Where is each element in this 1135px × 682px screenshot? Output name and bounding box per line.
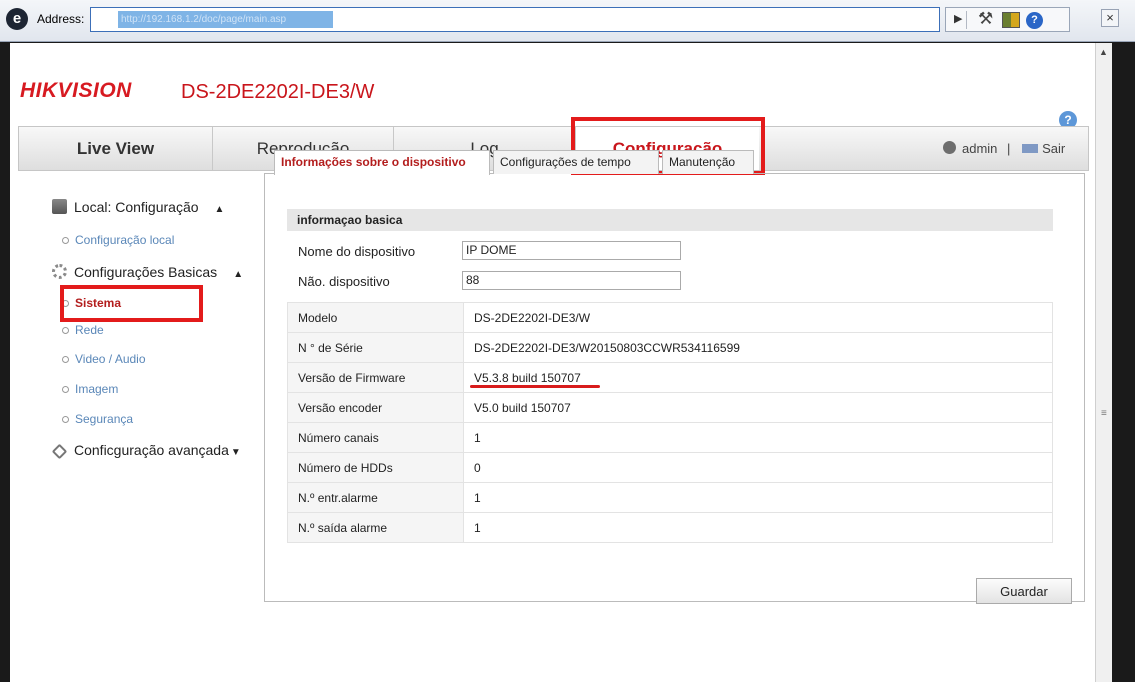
table-row: Versão de Firmware V5.3.8 build 150707: [287, 362, 1053, 393]
browser-address-bar: e Address: http://192.168.1.2/doc/page/m…: [0, 0, 1135, 42]
info-value: 1: [463, 482, 1053, 513]
table-row: Número de HDDs 0: [287, 452, 1053, 483]
sidebar-local-label: Local: Configuração: [74, 199, 199, 215]
go-arrow-icon[interactable]: ▶: [954, 12, 962, 25]
user-area: admin | Sair: [943, 141, 1065, 156]
table-row: N.º saída alarme 1: [287, 512, 1053, 543]
info-label: Número canais: [287, 422, 464, 453]
sidebar-basic-header[interactable]: Configurações Basicas ▲: [52, 264, 243, 280]
chevron-up-icon[interactable]: ▲: [215, 204, 225, 215]
tab-live-view[interactable]: Live View: [19, 127, 212, 170]
device-info-table: Modelo DS-2DE2202I-DE3/W N ° de Série DS-2D…: [287, 302, 1053, 543]
wrench-icon: [51, 443, 68, 460]
info-value: 0: [463, 452, 1053, 483]
scrollbar[interactable]: ▲ ≡: [1095, 43, 1112, 682]
info-label: Versão encoder: [287, 392, 464, 423]
address-url-text[interactable]: http://192.168.1.2/doc/page/main.asp: [118, 11, 333, 28]
close-icon[interactable]: ×: [1101, 9, 1119, 27]
save-button[interactable]: Guardar: [976, 578, 1072, 604]
table-row: Versão encoder V5.0 build 150707: [287, 392, 1053, 423]
logout-icon[interactable]: [1022, 144, 1039, 153]
info-value: DS-2DE2202I-DE3/W: [463, 302, 1053, 333]
info-value: DS-2DE2202I-DE3/W20150803CCWR534116599: [463, 332, 1053, 363]
sidebar-item-seguranca[interactable]: Segurança: [62, 412, 133, 426]
info-label: Número de HDDs: [287, 452, 464, 483]
info-label: N.º entr.alarme: [287, 482, 464, 513]
tab-manutencao[interactable]: Manutenção: [662, 150, 754, 174]
username: admin: [962, 141, 998, 156]
sidebar-advanced-header[interactable]: Conficguração avançada ▼: [51, 442, 241, 460]
device-number-input[interactable]: 88: [462, 271, 681, 290]
table-row: Modelo DS-2DE2202I-DE3/W: [287, 302, 1053, 333]
tab-informacoes-dispositivo[interactable]: Informações sobre o dispositivo: [274, 150, 490, 175]
table-row: Número canais 1: [287, 422, 1053, 453]
table-row: N ° de Série DS-2DE2202I-DE3/W20150803CCW…: [287, 332, 1053, 363]
sidebar-local-header[interactable]: Local: Configuração ▲: [52, 199, 224, 215]
chevron-up-icon[interactable]: ▲: [233, 269, 243, 280]
compatibility-icon[interactable]: [1002, 12, 1020, 28]
computer-icon: [52, 199, 67, 214]
bullet-icon: [62, 327, 69, 334]
browser-help-icon[interactable]: ?: [1026, 12, 1043, 29]
gear-icon: [52, 264, 67, 279]
sidebar-item-label: Configuração local: [75, 233, 175, 247]
address-label: Address:: [37, 12, 85, 26]
page-title: DS-2DE2202I-DE3/W: [181, 81, 375, 103]
info-label: Modelo: [287, 302, 464, 333]
sidebar-advanced-label: Conficguração avançada: [74, 442, 229, 458]
sidebar-item-video-audio[interactable]: Video / Audio: [62, 352, 146, 366]
device-name-label: Nome do dispositivo: [298, 244, 416, 259]
scroll-up-icon[interactable]: ▲: [1099, 47, 1108, 57]
address-input[interactable]: http://192.168.1.2/doc/page/main.asp: [90, 7, 940, 32]
info-value: V5.3.8 build 150707: [463, 362, 1053, 393]
info-value: V5.0 build 150707: [463, 392, 1053, 423]
sidebar-basic-label: Configurações Basicas: [74, 264, 218, 280]
section-title: informaçao basica: [287, 209, 1053, 231]
device-name-input[interactable]: IP DOME: [462, 241, 681, 260]
sidebar-item-imagem[interactable]: Imagem: [62, 382, 118, 396]
sidebar-item-label: Imagem: [75, 382, 119, 396]
sidebar-item-label: Segurança: [75, 412, 134, 426]
sidebar-item-rede[interactable]: Rede: [62, 323, 104, 337]
info-label: Versão de Firmware: [287, 362, 464, 393]
user-icon: [943, 141, 956, 154]
chevron-down-icon[interactable]: ▼: [231, 447, 241, 458]
sidebar-item-configuracao-local[interactable]: Configuração local: [62, 233, 174, 247]
browser-logo-icon: e: [6, 8, 28, 30]
tab-configuracoes-tempo[interactable]: Configurações de tempo: [493, 150, 659, 174]
firmware-underline-mark: [470, 385, 600, 388]
bullet-icon: [62, 237, 69, 244]
logout-link[interactable]: Sair: [1042, 141, 1065, 156]
bullet-icon: [62, 356, 69, 363]
sistema-highlight-box: [60, 285, 203, 322]
brand-logo: HIKVISION: [20, 79, 132, 102]
sidebar-item-label: Video / Audio: [75, 352, 146, 366]
scroll-grip-icon[interactable]: ≡: [1101, 408, 1107, 419]
toolbar-divider: [966, 11, 967, 29]
info-label: N.º saída alarme: [287, 512, 464, 543]
info-value: 1: [463, 422, 1053, 453]
user-separator: |: [1007, 141, 1011, 156]
info-value: 1: [463, 512, 1053, 543]
bullet-icon: [62, 386, 69, 393]
info-label: N ° de Série: [287, 332, 464, 363]
table-row: N.º entr.alarme 1: [287, 482, 1053, 513]
bullet-icon: [62, 416, 69, 423]
browser-toolbar: ▶ ⚒ ?: [945, 7, 1070, 32]
sidebar-item-label: Rede: [75, 323, 104, 337]
device-number-label: Não. dispositivo: [298, 274, 390, 289]
tools-icon[interactable]: ⚒: [978, 9, 993, 29]
